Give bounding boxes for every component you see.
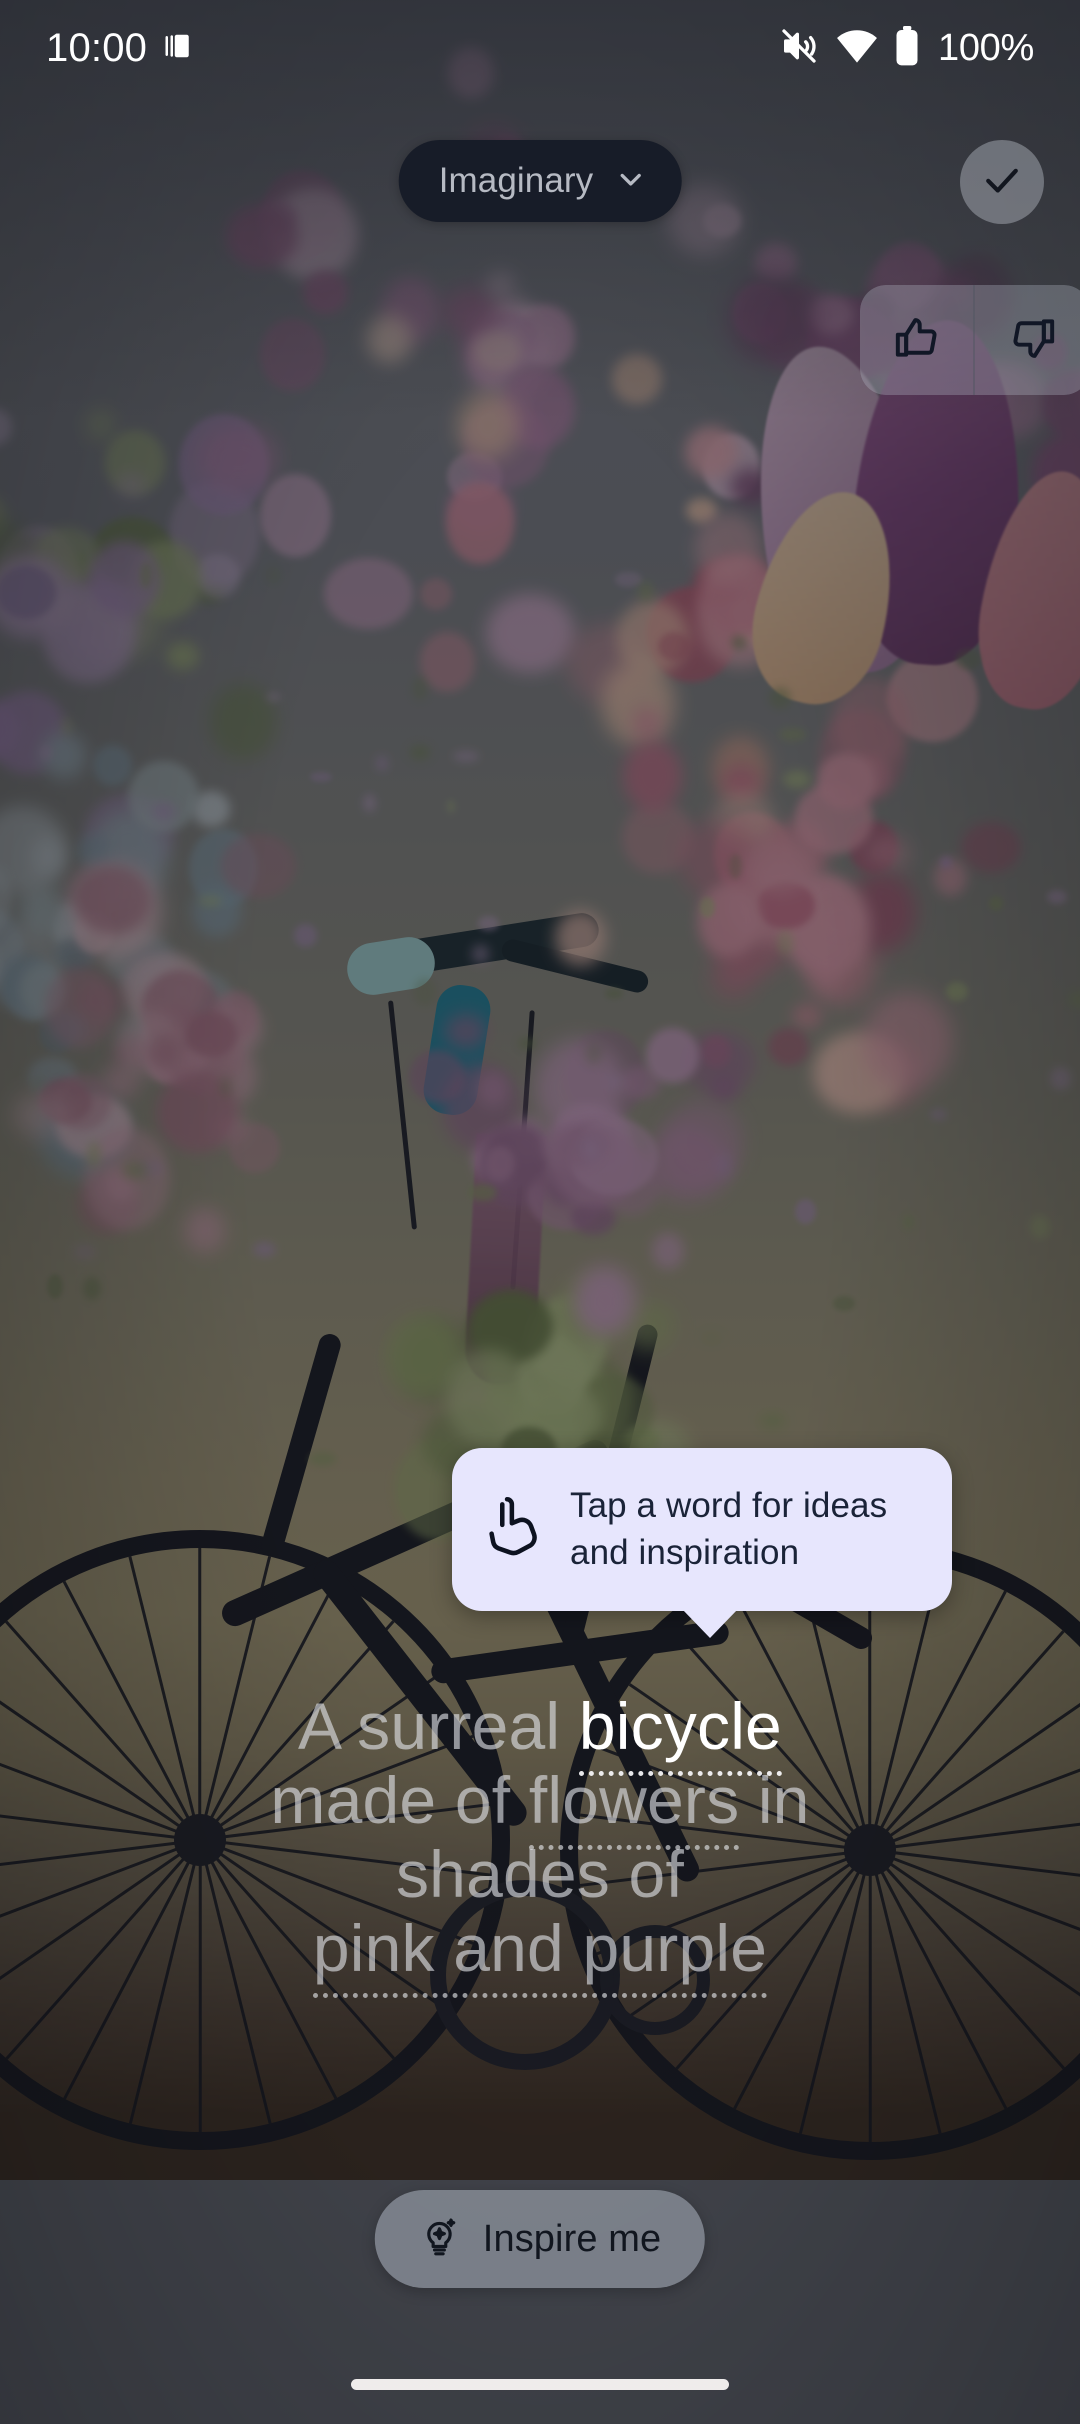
model-selector-chip[interactable]: Imaginary (399, 140, 682, 222)
thumbs-down-button[interactable] (975, 285, 1080, 395)
lightbulb-sparkle-icon (419, 2214, 461, 2265)
prompt-word[interactable]: pink and purple (313, 1911, 767, 1998)
prompt-word[interactable]: shades of (396, 1837, 684, 1911)
tap-hand-icon (482, 1491, 546, 1568)
thumb-down-icon (1008, 313, 1058, 368)
chevron-down-icon (613, 162, 647, 201)
prompt-word[interactable]: in (739, 1763, 809, 1837)
prompt-line: made of flowers in (58, 1764, 1022, 1838)
battery-percentage: 100% (938, 27, 1034, 70)
navigation-bar (0, 2344, 1080, 2424)
feedback-button-group (860, 285, 1080, 395)
prompt-line: A surreal bicycle (58, 1690, 1022, 1764)
status-bar: 10:00 100% (0, 0, 1080, 96)
thumb-up-icon (892, 313, 942, 368)
status-bar-right: 100% (779, 26, 1034, 71)
prompt-word[interactable]: made of (270, 1763, 528, 1837)
home-gesture-bar[interactable] (351, 2379, 729, 2390)
burst-mode-icon (163, 30, 193, 67)
phone-screen: 10:00 100% Imaginary Tap a word for idea… (0, 0, 1080, 2424)
wifi-icon (836, 29, 878, 68)
tap-a-word-tooltip[interactable]: Tap a word for ideas and inspiration (452, 1448, 952, 1611)
prompt-text[interactable]: A surreal bicycle made of flowers in shade… (0, 1690, 1080, 1986)
prompt-line: pink and purple (58, 1912, 1022, 1986)
battery-icon (895, 26, 919, 71)
tooltip-tail (682, 1609, 738, 1638)
model-selector-label: Imaginary (439, 161, 594, 201)
prompt-word[interactable]: A surreal (298, 1689, 579, 1763)
inspire-me-label: Inspire me (483, 2218, 661, 2261)
inspire-me-button[interactable]: Inspire me (375, 2190, 705, 2288)
prompt-line: shades of (58, 1838, 1022, 1912)
top-action-bar: Imaginary (0, 140, 1080, 240)
confirm-button[interactable] (960, 140, 1044, 224)
silent-mode-icon (779, 26, 819, 71)
status-clock: 10:00 (46, 26, 147, 71)
check-icon (980, 158, 1024, 207)
status-bar-left: 10:00 (46, 26, 193, 71)
tooltip-text: Tap a word for ideas and inspiration (570, 1482, 922, 1577)
thumbs-up-button[interactable] (860, 285, 975, 395)
